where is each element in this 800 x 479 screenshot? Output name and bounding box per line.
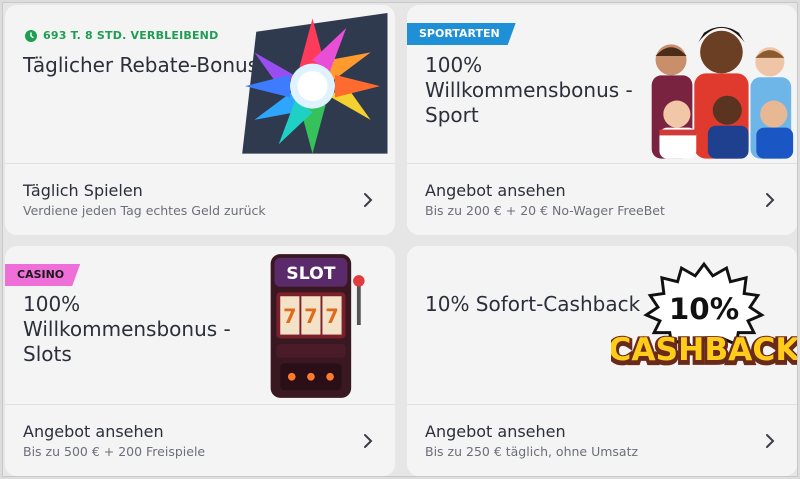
slot-sign: SLOT	[286, 264, 335, 284]
promo-card-header: CASINO 100% Willkommensbonus - Slots SLO…	[5, 246, 395, 404]
promo-card-rebate[interactable]: 693 T. 8 STD. VERBLEIBEND Täglicher Reba…	[5, 5, 395, 235]
promo-title: 10% Sofort-Cashback	[425, 292, 641, 316]
promo-title: 100% Willkommensbonus - Slots	[23, 292, 231, 366]
view-offer-button[interactable]: Angebot ansehen Bis zu 250 € täglich, oh…	[407, 404, 797, 476]
starburst-gem-icon	[242, 13, 388, 154]
promo-card-sport[interactable]: SPORTARTEN 100% Willkommensbonus - Sport	[407, 5, 797, 235]
category-tag: CASINO	[5, 264, 80, 286]
chevron-right-icon	[766, 433, 775, 448]
view-offer-button[interactable]: Angebot ansehen Bis zu 200 € + 20 € No-W…	[407, 163, 797, 235]
action-label: Angebot ansehen	[23, 421, 164, 441]
action-subtext: Bis zu 500 € + 200 Freispiele	[23, 443, 206, 459]
promo-card-cashback[interactable]: 10% Sofort-Cashback 10% CASHBACK CASHBAC…	[407, 246, 797, 476]
chevron-right-icon	[364, 192, 373, 207]
daily-play-button[interactable]: Täglich Spielen Verdiene jeden Tag echte…	[5, 163, 395, 235]
action-subtext: Bis zu 200 € + 20 € No-Wager FreeBet	[425, 202, 665, 218]
action-label: Angebot ansehen	[425, 421, 566, 441]
promo-card-header: 10% Sofort-Cashback 10% CASHBACK CASHBAC…	[407, 246, 797, 404]
slot-machine-icon: SLOT 7 7 7	[270, 254, 365, 398]
promo-title: 100% Willkommensbonus - Sport	[425, 53, 633, 127]
action-label: Täglich Spielen	[23, 180, 143, 200]
action-subtext: Bis zu 250 € täglich, ohne Umsatz	[425, 443, 639, 459]
clock-icon	[25, 29, 37, 42]
svg-text:7: 7	[283, 305, 296, 328]
promo-card-casino[interactable]: CASINO 100% Willkommensbonus - Slots SLO…	[5, 246, 395, 476]
category-tag: SPORTARTEN	[407, 23, 516, 45]
cashback-word: CASHBACK	[611, 332, 797, 368]
promo-card-header: SPORTARTEN 100% Willkommensbonus - Sport	[407, 5, 797, 163]
chevron-right-icon	[364, 433, 373, 448]
action-subtext: Verdiene jeden Tag echtes Geld zurück	[23, 202, 266, 218]
chevron-right-icon	[766, 192, 775, 207]
promo-grid: 693 T. 8 STD. VERBLEIBEND Täglicher Reba…	[2, 2, 798, 477]
cashback-badge-icon: 10% CASHBACK CASHBACK	[611, 261, 797, 372]
view-offer-button[interactable]: Angebot ansehen Bis zu 500 € + 200 Freis…	[5, 404, 395, 476]
svg-text:7: 7	[304, 305, 317, 328]
svg-text:7: 7	[325, 305, 338, 328]
promo-card-header: 693 T. 8 STD. VERBLEIBEND Täglicher Reba…	[5, 5, 395, 163]
action-label: Angebot ansehen	[425, 180, 566, 200]
promo-title: Täglicher Rebate-Bonus	[23, 53, 259, 77]
cashback-percent: 10%	[669, 292, 739, 326]
countdown-timer: 693 T. 8 STD. VERBLEIBEND	[25, 29, 218, 42]
football-players-icon	[651, 26, 794, 159]
